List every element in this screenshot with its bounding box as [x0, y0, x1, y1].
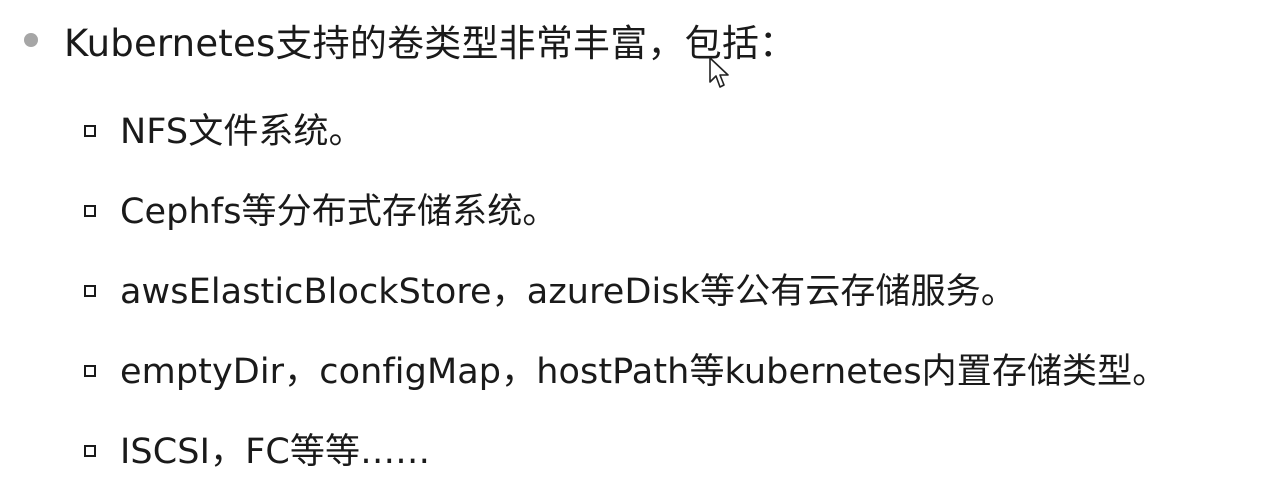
- list-item-text: ISCSI，FC等等……: [120, 431, 431, 472]
- bullet-item-heading: Kubernetes支持的卷类型非常丰富，包括：: [14, 8, 796, 72]
- list-item-text: Cephfs等分布式存储系统。: [120, 191, 558, 232]
- presentation-slide: Kubernetes支持的卷类型非常丰富，包括： NFS文件系统。 Cephfs…: [0, 0, 1275, 484]
- square-bullet-icon: [84, 125, 96, 137]
- square-bullet-icon: [84, 285, 96, 297]
- heading-text: Kubernetes支持的卷类型非常丰富，包括：: [64, 22, 797, 65]
- list-item: emptyDir，configMap，hostPath等kubernetes内置…: [78, 328, 1167, 408]
- circle-bullet-icon: [24, 33, 38, 47]
- list-item: awsElasticBlockStore，azureDisk等公有云存储服务。: [78, 248, 1167, 328]
- sub-bullet-list: NFS文件系统。 Cephfs等分布式存储系统。 awsElasticBlock…: [78, 88, 1167, 488]
- list-item-text: awsElasticBlockStore，azureDisk等公有云存储服务。: [120, 271, 1016, 312]
- list-item: NFS文件系统。: [78, 88, 1167, 168]
- list-item: ISCSI，FC等等……: [78, 408, 1167, 488]
- mouse-pointer-icon: [709, 57, 729, 88]
- list-item-text: emptyDir，configMap，hostPath等kubernetes内置…: [120, 351, 1168, 392]
- square-bullet-icon: [84, 365, 96, 377]
- list-item-text: NFS文件系统。: [120, 111, 364, 152]
- square-bullet-icon: [84, 205, 96, 217]
- square-bullet-icon: [84, 445, 96, 457]
- list-item: Cephfs等分布式存储系统。: [78, 168, 1167, 248]
